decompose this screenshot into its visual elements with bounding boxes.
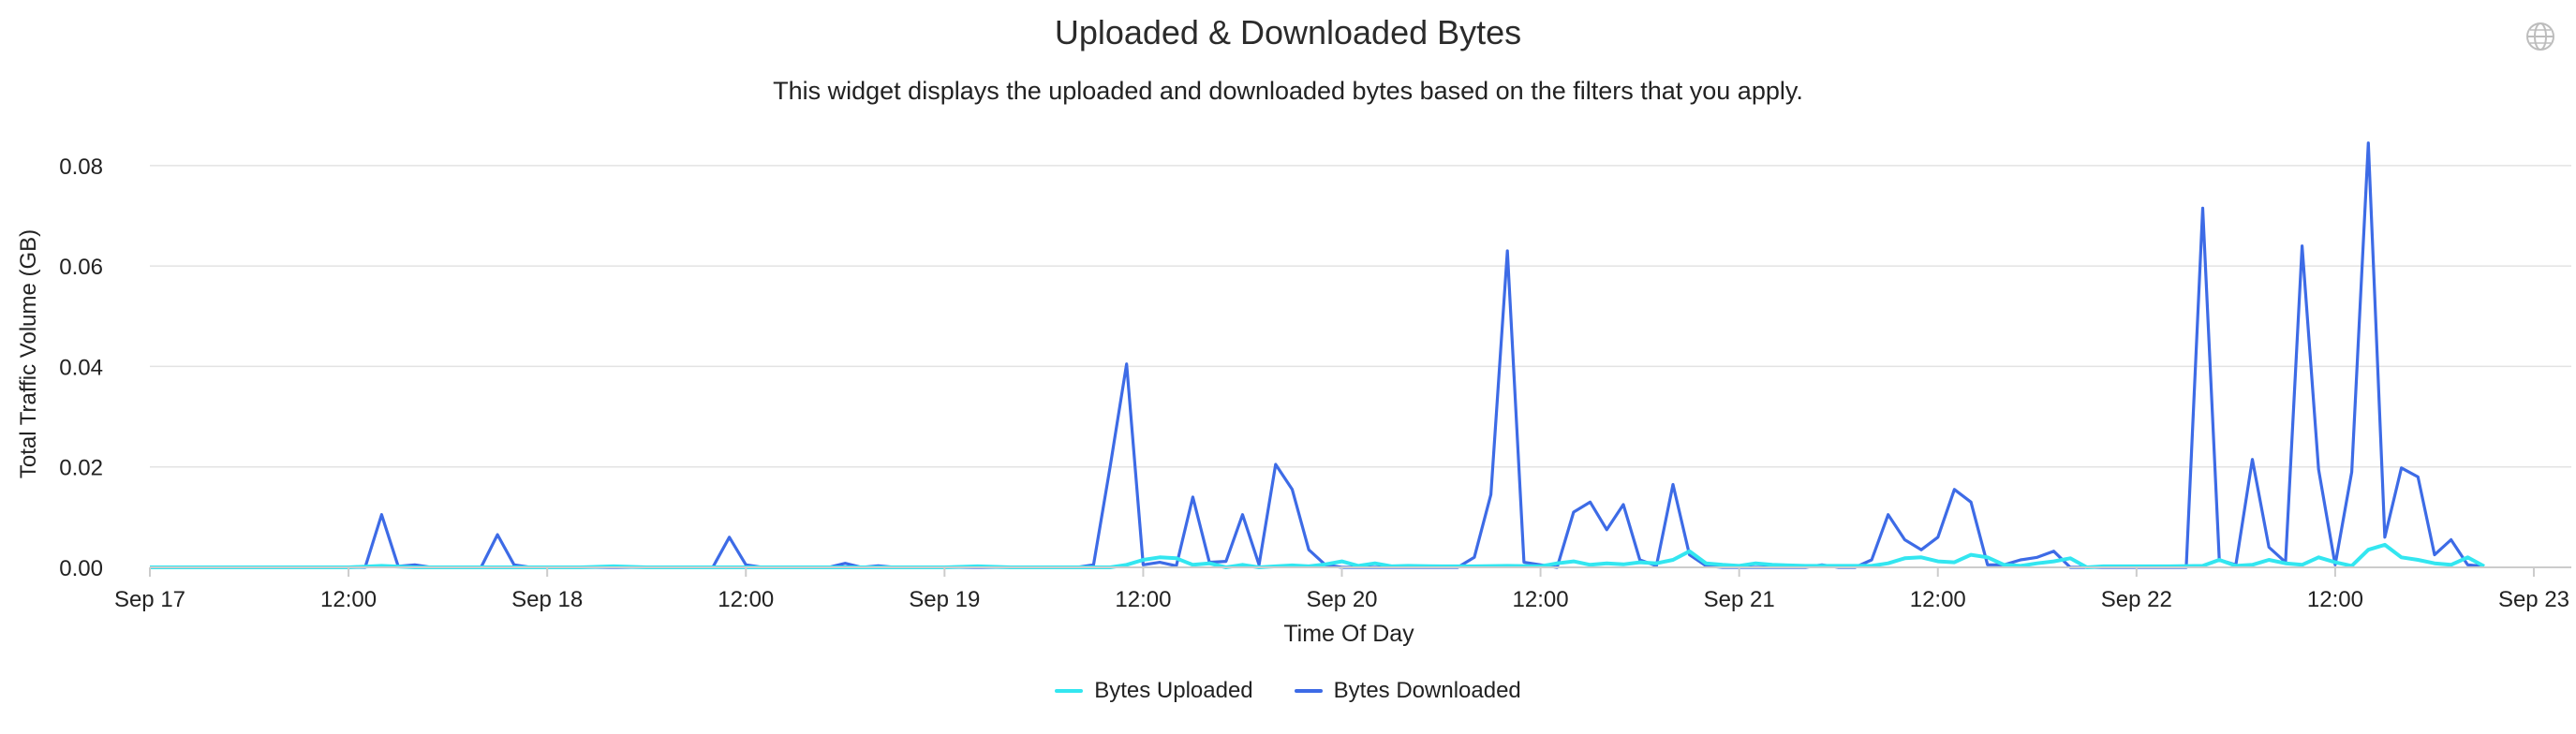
legend-swatch-downloaded xyxy=(1294,689,1323,693)
x-tick-label-6: Sep 20 xyxy=(1306,587,1377,612)
x-axis-label: Time Of Day xyxy=(1283,621,1414,647)
x-tick-label-3: 12:00 xyxy=(718,587,774,612)
y-tick-label-1: 0.02 xyxy=(59,456,103,481)
legend-swatch-uploaded xyxy=(1055,689,1084,693)
chart-legend: Bytes Uploaded Bytes Downloaded xyxy=(0,678,2576,704)
line-chart: 0.00 0.02 0.04 0.06 0.08 Sep 17 12:00 Sep 18 12:… xyxy=(16,141,2571,647)
series-line-downloaded xyxy=(150,141,2485,569)
legend-label-downloaded: Bytes Downloaded xyxy=(1333,678,1521,703)
x-tick-label-5: 12:00 xyxy=(1115,587,1171,612)
x-tick-label-4: Sep 19 xyxy=(909,587,980,612)
x-tick-label-7: 12:00 xyxy=(1513,587,1569,612)
y-tick-label-0: 0.00 xyxy=(59,556,103,581)
x-tick-label-11: 12:00 xyxy=(2307,587,2363,612)
y-axis-label: Total Traffic Volume (GB) xyxy=(16,229,41,478)
legend-item-uploaded[interactable]: Bytes Uploaded xyxy=(1055,678,1253,704)
y-tick-label-2: 0.04 xyxy=(59,355,103,380)
x-tick-label-8: Sep 21 xyxy=(1704,587,1775,612)
y-tick-label-4: 0.08 xyxy=(59,154,103,180)
legend-label-uploaded: Bytes Uploaded xyxy=(1094,678,1253,703)
x-tick-label-9: 12:00 xyxy=(1910,587,1966,612)
legend-item-downloaded[interactable]: Bytes Downloaded xyxy=(1294,678,1521,704)
x-tick-label-1: 12:00 xyxy=(320,587,377,612)
x-tick-label-0: Sep 17 xyxy=(114,587,185,612)
x-tick-label-10: Sep 22 xyxy=(2101,587,2172,612)
x-tick-label-12: Sep 23 xyxy=(2498,587,2569,612)
x-tick-label-2: Sep 18 xyxy=(511,587,583,612)
y-tick-label-3: 0.06 xyxy=(59,255,103,280)
